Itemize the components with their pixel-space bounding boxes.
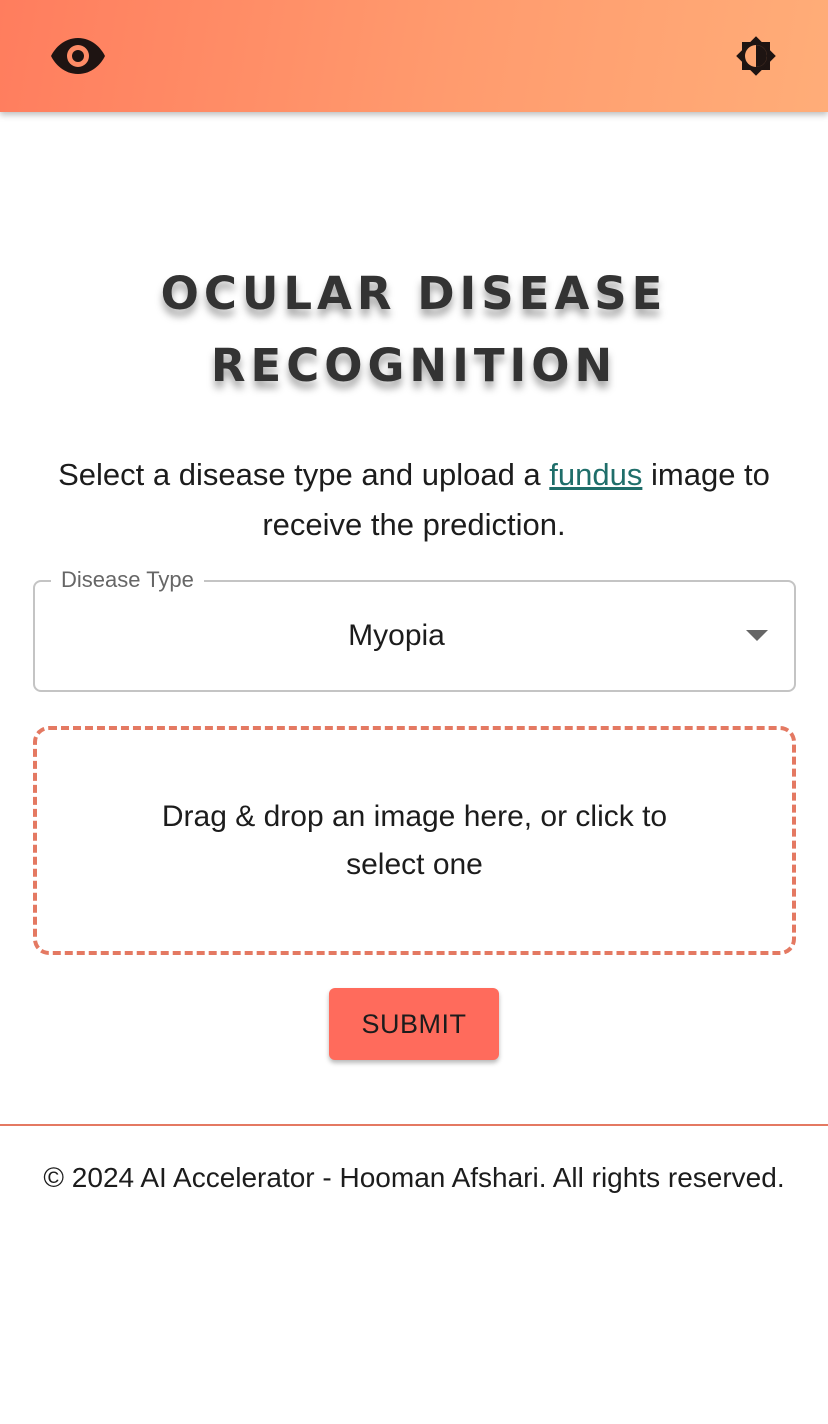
dropdown-arrow-icon: [746, 630, 768, 641]
page-title: OCULAR DISEASE RECOGNITION: [0, 258, 828, 402]
brightness-icon[interactable]: [724, 24, 788, 88]
description: Select a disease type and upload a fundu…: [40, 450, 788, 550]
description-text-start: Select a disease type and upload a: [58, 457, 541, 492]
title-line-1: OCULAR DISEASE: [160, 267, 668, 320]
disease-type-value: Myopia: [348, 619, 445, 652]
disease-type-select[interactable]: Disease Type Myopia: [33, 566, 796, 692]
dropzone-text: Drag & drop an image here, or click to s…: [161, 799, 668, 881]
eye-icon-graphic: [51, 38, 105, 74]
brightness-icon-graphic: [736, 36, 776, 76]
fundus-link[interactable]: fundus: [549, 457, 642, 492]
eye-icon[interactable]: [46, 24, 110, 88]
title-line-2: RECOGNITION: [210, 339, 618, 392]
submit-button[interactable]: SUBMIT: [329, 988, 499, 1060]
footer-divider: [0, 1124, 828, 1126]
footer-copyright: © 2024 AI Accelerator - Hooman Afshari. …: [43, 1162, 785, 1193]
image-dropzone[interactable]: Drag & drop an image here, or click to s…: [33, 726, 796, 955]
app-bar: [0, 0, 828, 112]
